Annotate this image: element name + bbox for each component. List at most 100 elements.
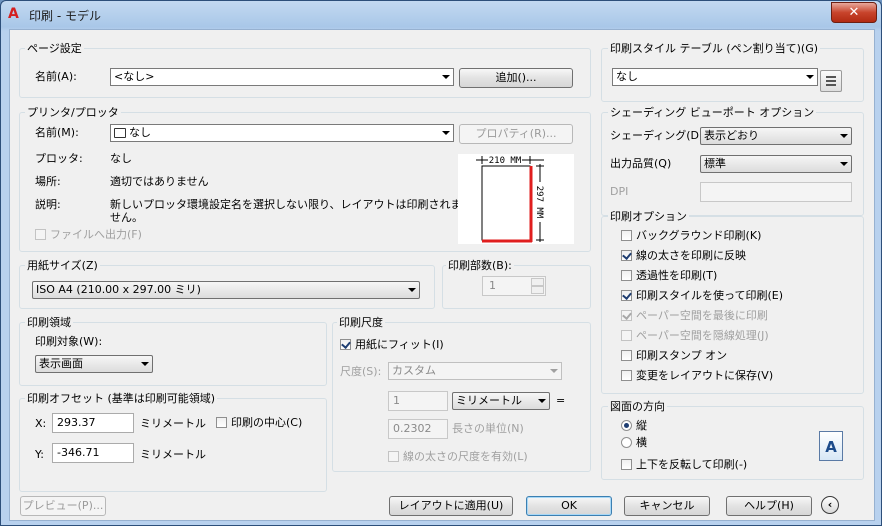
shade-plot-label: シェーディング(D): [610, 129, 704, 142]
paper-preview: 210 MM 297 MM: [458, 154, 574, 244]
upside-down-checkbox[interactable]: [621, 459, 632, 470]
page-setup-name-label: 名前(A):: [35, 70, 77, 83]
plot-option-checkbox[interactable]: [621, 250, 632, 261]
plot-option-checkbox[interactable]: [621, 310, 632, 321]
plot-option-label[interactable]: 印刷スタイルを使って印刷(E): [636, 289, 783, 303]
cancel-button[interactable]: キャンセル: [624, 496, 710, 516]
chevron-down-icon: [840, 134, 848, 138]
print-dialog-window: A 印刷 - モデル ✕ ページ設定 名前(A): <なし> 追加()... プ…: [0, 0, 882, 526]
chevron-down-icon: [408, 288, 416, 292]
printer-name-value: なし: [129, 126, 151, 139]
plot-option-label[interactable]: バックグラウンド印刷(K): [636, 229, 761, 243]
quality-label: 出力品質(Q): [610, 157, 672, 170]
scale-combo[interactable]: カスタム: [388, 362, 562, 380]
portrait-radio[interactable]: [621, 420, 632, 431]
plot-area-group: [19, 322, 327, 386]
help-button[interactable]: ヘルプ(H): [726, 496, 812, 516]
shade-plot-combo[interactable]: 表示どおり: [700, 127, 852, 145]
scale-lineweights-checkbox[interactable]: [388, 451, 399, 462]
plot-option-checkbox[interactable]: [621, 290, 632, 301]
dpi-input[interactable]: [700, 182, 852, 202]
spin-down-icon[interactable]: [531, 286, 544, 294]
description-label: 説明:: [35, 198, 61, 211]
print-to-file-checkbox[interactable]: [35, 229, 46, 240]
plot-option-label[interactable]: 変更をレイアウトに保存(V): [636, 369, 773, 383]
plot-area-target-combo[interactable]: 表示画面: [35, 355, 153, 373]
location-value: 適切ではありません: [110, 175, 209, 188]
chevron-down-icon: [840, 162, 848, 166]
chevron-down-icon: [538, 399, 546, 403]
spin-up-icon[interactable]: [531, 278, 544, 286]
shade-plot-value: 表示どおり: [704, 129, 759, 142]
page-setup-name-value: <なし>: [114, 70, 155, 83]
window-title: 印刷 - モデル: [29, 9, 101, 23]
center-plot-checkbox[interactable]: [216, 417, 227, 428]
landscape-label[interactable]: 横: [636, 436, 647, 450]
chevron-down-icon: [442, 75, 450, 79]
chevron-down-icon: [141, 362, 149, 366]
plot-option-label[interactable]: 線の太さを印刷に反映: [636, 249, 746, 263]
portrait-label[interactable]: 縦: [636, 419, 647, 433]
plot-option-label[interactable]: 透過性を印刷(T): [636, 269, 717, 283]
offset-y-input[interactable]: -346.71: [52, 443, 134, 463]
center-plot-label[interactable]: 印刷の中心(C): [231, 416, 302, 430]
plot-option-checkbox[interactable]: [621, 370, 632, 381]
quality-combo[interactable]: 標準: [700, 155, 852, 173]
scale-unit-value-2[interactable]: 0.2302: [388, 419, 448, 439]
plot-offset-legend: 印刷オフセット (基準は印刷可能領域): [25, 392, 218, 405]
print-to-file-label[interactable]: ファイルへ出力(F): [50, 228, 142, 242]
plot-style-table-value: なし: [616, 70, 638, 83]
plot-option-checkbox[interactable]: [621, 330, 632, 341]
add-page-setup-button[interactable]: 追加()...: [459, 68, 573, 88]
page-setup-name-combo[interactable]: <なし>: [110, 68, 454, 86]
chevron-down-icon: [442, 131, 450, 135]
collapse-options-icon[interactable]: ‹: [821, 496, 839, 514]
length-unit-label: 長さの単位(N): [452, 422, 524, 435]
chevron-down-icon: [550, 369, 558, 373]
plot-option-checkbox[interactable]: [621, 230, 632, 241]
paper-size-combo[interactable]: ISO A4 (210.00 x 297.00 ミリ): [32, 281, 420, 299]
plot-option-checkbox[interactable]: [621, 270, 632, 281]
dialog-client-area: ページ設定 名前(A): <なし> 追加()... プリンタ/プロッタ 名前(M…: [9, 29, 875, 521]
offset-x-unit: ミリメートル: [140, 417, 206, 430]
edit-plot-style-icon[interactable]: [820, 70, 842, 92]
fit-to-paper-label[interactable]: 用紙にフィット(I): [355, 338, 444, 352]
description-value-line2: せん。: [110, 211, 143, 224]
landscape-radio[interactable]: [621, 437, 632, 448]
scale-unit-value-1[interactable]: 1: [388, 391, 448, 411]
page-setup-legend: ページ設定: [25, 42, 84, 55]
apply-to-layout-button[interactable]: レイアウトに適用(U): [389, 496, 513, 516]
chevron-down-icon: [806, 75, 814, 79]
plot-area-target-label: 印刷対象(W):: [35, 335, 103, 348]
title-bar[interactable]: A 印刷 - モデル ✕: [1, 1, 881, 29]
orientation-preview-icon: A: [819, 431, 843, 461]
printer-icon: [114, 128, 126, 138]
plot-option-label[interactable]: ペーパー空間を隠線処理(J): [636, 329, 769, 343]
close-button[interactable]: ✕: [831, 2, 877, 23]
offset-y-label: Y:: [35, 448, 44, 461]
plot-scale-legend: 印刷尺度: [337, 316, 385, 329]
plot-option-label[interactable]: 印刷スタンプ オン: [636, 349, 727, 363]
equals-sign: =: [556, 394, 566, 407]
ok-button[interactable]: OK: [526, 496, 612, 516]
printer-properties-button[interactable]: プロパティ(R)...: [459, 124, 573, 144]
printer-name-label: 名前(M):: [35, 126, 79, 139]
copies-value: 1: [489, 279, 496, 292]
paper-size-value: ISO A4 (210.00 x 297.00 ミリ): [36, 283, 201, 296]
scale-lineweights-label[interactable]: 線の太さの尺度を有効(L): [403, 450, 528, 464]
scale-unit-combo[interactable]: ミリメートル: [452, 392, 550, 410]
fit-to-paper-checkbox[interactable]: [340, 339, 351, 350]
scale-label: 尺度(S):: [340, 365, 382, 378]
preview-button[interactable]: プレビュー(P)...: [20, 496, 106, 516]
shaded-viewport-legend: シェーディング ビューポート オプション: [608, 106, 817, 119]
plot-option-label[interactable]: ペーパー空間を最後に印刷: [636, 309, 768, 323]
upside-down-label[interactable]: 上下を反転して印刷(-): [636, 458, 747, 472]
plot-area-target-value: 表示画面: [39, 357, 83, 370]
offset-x-input[interactable]: 293.37: [52, 413, 134, 433]
printer-name-combo[interactable]: なし: [110, 124, 454, 142]
plot-style-table-combo[interactable]: なし: [612, 68, 818, 86]
plotter-label: プロッタ:: [35, 152, 83, 165]
copies-spinner[interactable]: 1: [482, 276, 546, 296]
autocad-app-icon: A: [8, 6, 19, 22]
plot-option-checkbox[interactable]: [621, 350, 632, 361]
